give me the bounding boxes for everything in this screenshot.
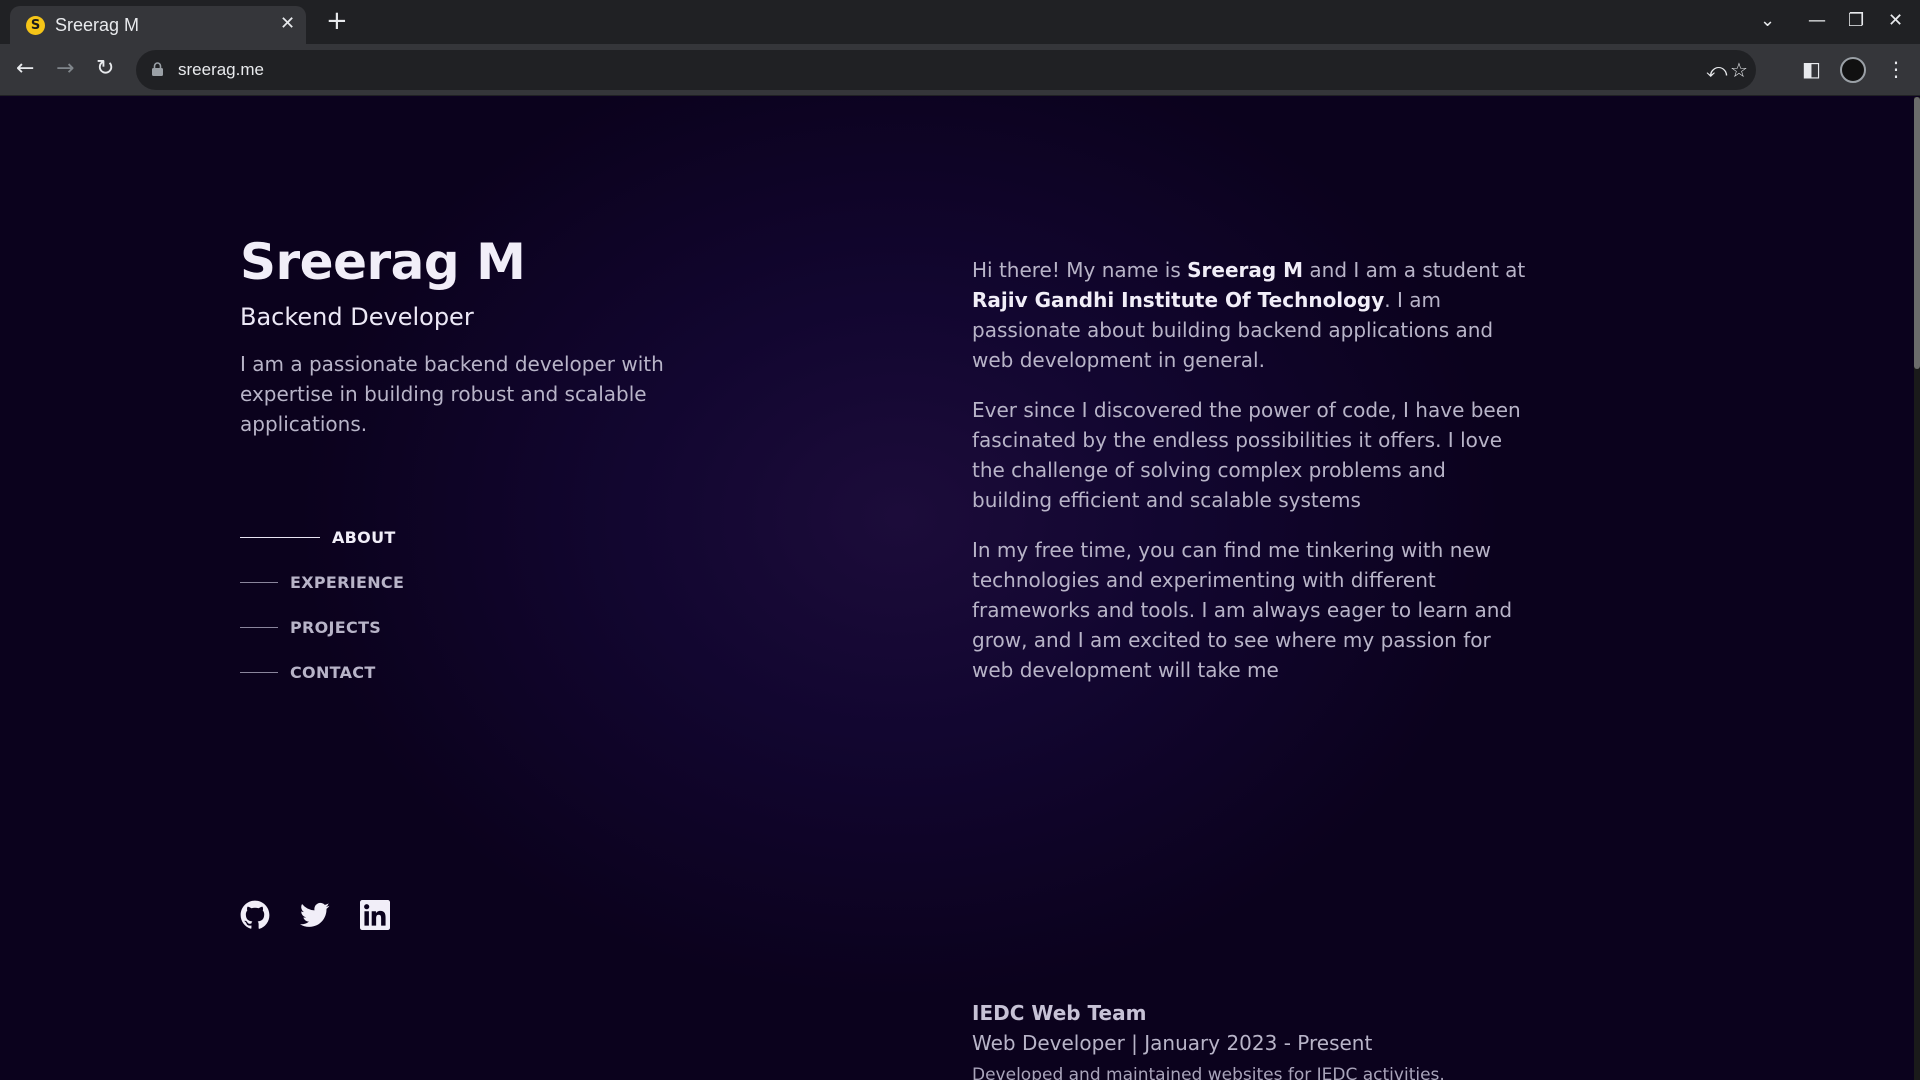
tab-strip: S Sreerag M ✕ + ⌄ — ❐ ✕	[0, 0, 1920, 44]
url-text: sreerag.me	[178, 60, 264, 79]
nav-item-about[interactable]: ABOUT	[240, 515, 404, 560]
side-panel-icon[interactable]: ◧	[1802, 56, 1821, 82]
tab-search-icon[interactable]: ⌄	[1760, 8, 1775, 34]
about-paragraph-2: Ever since I discovered the power of cod…	[972, 398, 1521, 512]
nav-item-contact[interactable]: CONTACT	[240, 650, 404, 695]
favicon-icon: S	[26, 16, 45, 35]
nav-item-experience[interactable]: EXPERIENCE	[240, 560, 404, 605]
role-subtitle: Backend Developer	[240, 303, 474, 331]
intro-text: I am a passionate backend developer with…	[240, 352, 664, 436]
section-nav: ABOUT EXPERIENCE PROJECTS CONTACT	[240, 515, 404, 695]
restore-icon[interactable]: ❐	[1848, 8, 1864, 34]
reload-icon[interactable]: ↻	[96, 54, 114, 84]
nav-indicator-line	[240, 627, 278, 628]
nav-indicator-line	[240, 582, 278, 583]
browser-tab[interactable]: S Sreerag M ✕	[10, 6, 306, 44]
back-icon[interactable]: ←	[16, 54, 34, 84]
browser-toolbar: ← → ↻ sreerag.me ⤺ ☆ ◧ ⋮	[0, 44, 1920, 96]
about-text: Hi there! My name is	[972, 258, 1188, 282]
linkedin-icon[interactable]	[360, 900, 390, 930]
share-icon[interactable]: ⤺	[1706, 58, 1727, 82]
nav-label: CONTACT	[290, 663, 376, 682]
forward-icon[interactable]: →	[56, 54, 74, 84]
nav-label: ABOUT	[332, 528, 396, 547]
experience-item: IEDC Web Team Web Developer | January 20…	[972, 1001, 1532, 1080]
menu-kebab-icon[interactable]: ⋮	[1886, 56, 1906, 82]
school-link[interactable]: Rajiv Gandhi Institute Of Technology	[972, 288, 1384, 312]
page-viewport: Sreerag M Backend Developer I am a passi…	[0, 97, 1914, 1080]
address-bar[interactable]: sreerag.me ⤺ ☆	[136, 50, 1756, 90]
nav-label: PROJECTS	[290, 618, 382, 637]
experience-role-dates: Web Developer | January 2023 - Present	[972, 1031, 1373, 1055]
about-paragraph-1: Hi there! My name is Sreerag M and I am …	[972, 255, 1532, 375]
about-section: Hi there! My name is Sreerag M and I am …	[972, 255, 1532, 705]
new-tab-button[interactable]: +	[326, 6, 348, 36]
nav-item-projects[interactable]: PROJECTS	[240, 605, 404, 650]
page-scrollbar[interactable]	[1914, 97, 1920, 1080]
close-window-icon[interactable]: ✕	[1888, 8, 1903, 34]
minimize-icon[interactable]: —	[1808, 8, 1826, 34]
nav-indicator-line	[240, 672, 278, 673]
twitter-icon[interactable]	[300, 900, 330, 930]
social-links	[240, 900, 390, 930]
close-tab-icon[interactable]: ✕	[280, 14, 295, 34]
page-title: Sreerag M	[240, 233, 526, 291]
tab-title: Sreerag M	[55, 15, 140, 35]
lock-icon	[152, 62, 163, 76]
nav-indicator-line	[240, 537, 320, 538]
bookmark-star-icon[interactable]: ☆	[1730, 58, 1748, 82]
github-icon[interactable]	[240, 900, 270, 930]
profile-avatar[interactable]	[1840, 57, 1866, 83]
name-highlight: Sreerag M	[1187, 258, 1304, 282]
experience-company: IEDC Web Team	[972, 1001, 1147, 1025]
experience-description: Developed and maintained websites for IE…	[972, 1065, 1445, 1080]
nav-label: EXPERIENCE	[290, 573, 405, 592]
about-text: and I am a student at	[1303, 258, 1526, 282]
scrollbar-thumb[interactable]	[1914, 97, 1920, 369]
about-paragraph-3: In my free time, you can find me tinkeri…	[972, 538, 1513, 682]
